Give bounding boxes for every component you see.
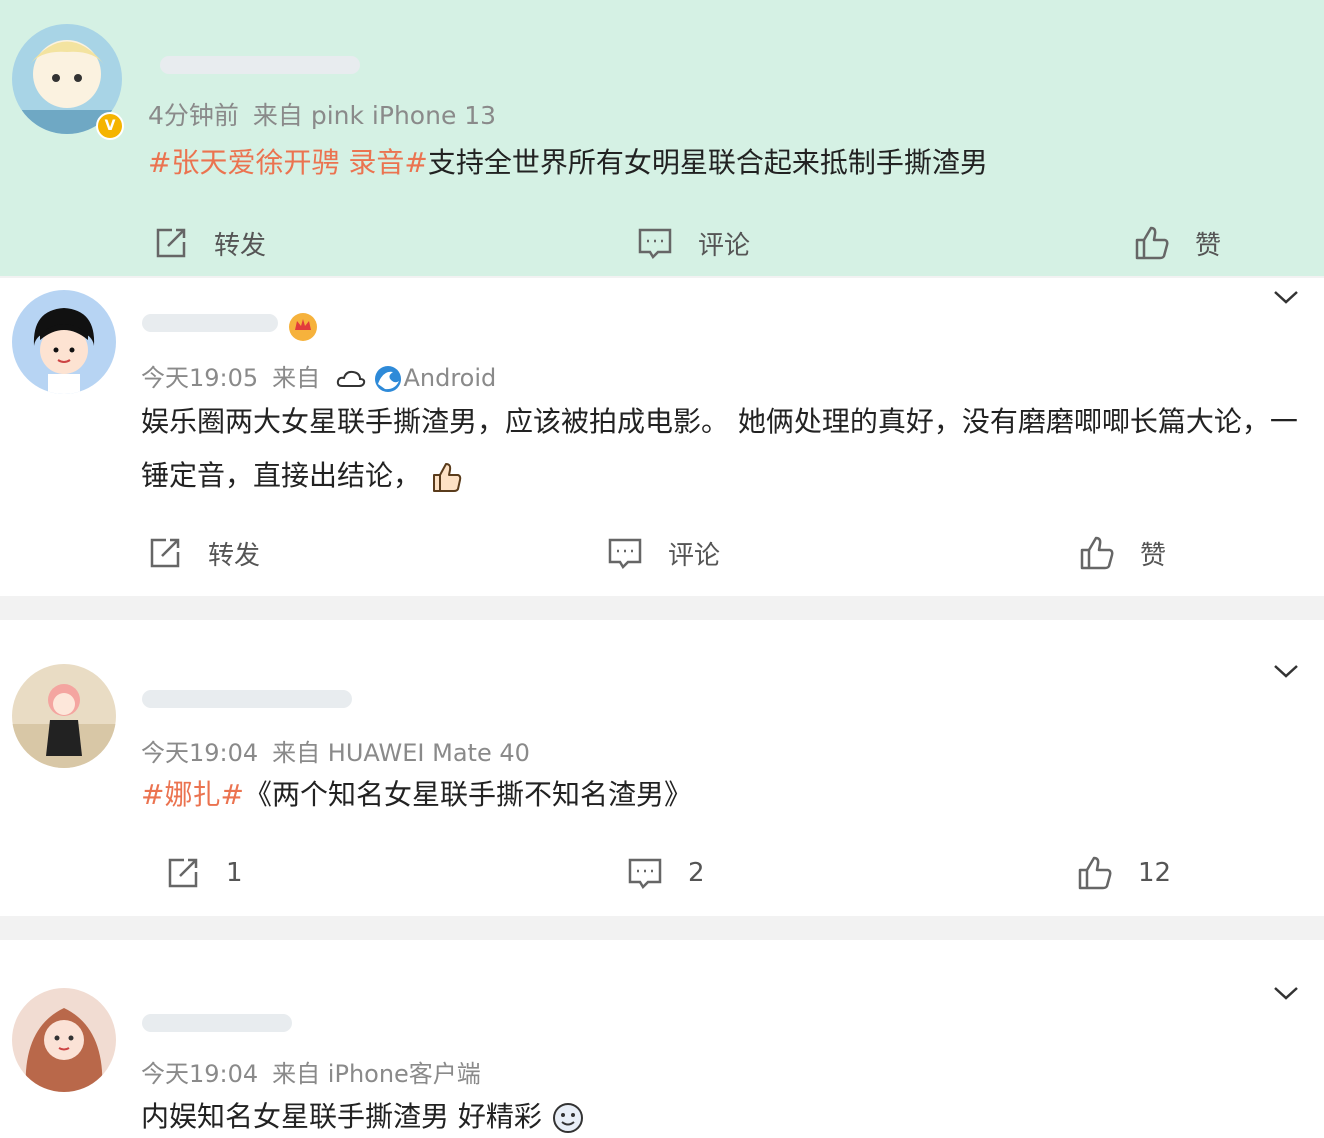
comment-count: 2 bbox=[688, 858, 705, 888]
chevron-down-icon[interactable] bbox=[1272, 288, 1300, 306]
post-time: 4分钟前 bbox=[148, 101, 239, 130]
repost-button[interactable]: 转发 bbox=[146, 528, 260, 578]
comment-button[interactable]: 评论 bbox=[606, 528, 720, 578]
hashtag-link[interactable]: #张天爱徐开骋 录音# bbox=[148, 146, 428, 179]
post-source: 来自 HUAWEI Mate 40 bbox=[272, 739, 530, 767]
post-source: Android bbox=[403, 364, 497, 392]
post-text: 《两个知名女星联手撕不知名渣男》 bbox=[243, 778, 692, 811]
comment-label: 评论 bbox=[668, 540, 721, 571]
comment-icon bbox=[638, 228, 672, 260]
comment-button[interactable]: 评论 bbox=[636, 218, 750, 268]
username-redacted[interactable] bbox=[142, 1014, 292, 1032]
post-source: 来自 pink iPhone 13 bbox=[252, 101, 497, 130]
repost-icon bbox=[168, 858, 198, 888]
like-label: 赞 bbox=[1140, 540, 1167, 571]
avatar[interactable] bbox=[12, 664, 116, 768]
post-card: 今天19:04 来自 HUAWEI Mate 40 #娜扎#《两个知名女星联手撕不… bbox=[0, 620, 1324, 916]
post-source-prefix: 来自 bbox=[272, 364, 321, 392]
crown-icon bbox=[289, 313, 317, 341]
chevron-down-icon[interactable] bbox=[1272, 662, 1300, 680]
hashtag-link[interactable]: #娜扎# bbox=[141, 778, 244, 811]
username-redacted[interactable] bbox=[142, 690, 352, 708]
thumbs-up-emoji bbox=[432, 463, 462, 492]
post-content: #张天爱徐开骋 录音#支持全世界所有女明星联合起来抵制手撕渣男 bbox=[148, 136, 1304, 190]
repost-icon bbox=[150, 538, 180, 568]
repost-label: 转发 bbox=[208, 540, 261, 571]
avatar[interactable] bbox=[12, 290, 116, 394]
verified-badge-icon: V bbox=[96, 112, 124, 140]
like-count: 12 bbox=[1138, 858, 1172, 888]
post-meta: 4分钟前 来自 pink iPhone 13 bbox=[148, 96, 496, 132]
repost-button[interactable]: 1 bbox=[164, 848, 243, 898]
post-meta: 今天19:05 来自 Android bbox=[141, 358, 496, 394]
action-bar: 1 2 12 bbox=[0, 848, 1324, 898]
thumbs-up-icon bbox=[1080, 536, 1114, 570]
username-redacted[interactable] bbox=[160, 56, 360, 74]
repost-count: 1 bbox=[226, 858, 243, 888]
cloud-icon bbox=[336, 370, 365, 387]
post-content: 内娱知名女星联手撕渣男 好精彩 bbox=[141, 1090, 1304, 1138]
repost-label: 转发 bbox=[214, 230, 267, 261]
post-time: 今天19:04 bbox=[141, 739, 259, 767]
post-content: #娜扎#《两个知名女星联手撕不知名渣男》 bbox=[141, 768, 1304, 822]
like-button[interactable]: 12 bbox=[1076, 848, 1171, 898]
post-source: 来自 iPhone客户端 bbox=[272, 1060, 481, 1088]
chevron-down-icon[interactable] bbox=[1272, 984, 1300, 1002]
wave-icon bbox=[375, 366, 402, 392]
post-time: 今天19:04 bbox=[141, 1060, 259, 1088]
thumbs-up-icon bbox=[1078, 856, 1112, 890]
like-button[interactable]: 赞 bbox=[1133, 218, 1221, 268]
like-label: 赞 bbox=[1195, 230, 1222, 261]
post-content: 娱乐圈两大女星联手撕渣男，应该被拍成电影。 她俩处理的真好，没有磨磨唧唧长篇大论… bbox=[141, 395, 1304, 503]
post-text: 支持全世界所有女明星联合起来抵制手撕渣男 bbox=[427, 146, 988, 179]
comment-button[interactable]: 2 bbox=[626, 848, 705, 898]
comment-label: 评论 bbox=[698, 230, 751, 261]
post-time: 今天19:05 bbox=[141, 364, 259, 392]
thumbs-up-icon bbox=[1135, 226, 1169, 260]
happy-face-emoji bbox=[552, 1103, 583, 1133]
comment-icon bbox=[628, 858, 662, 890]
comment-icon bbox=[608, 538, 642, 570]
post-meta: 今天19:04 来自 iPhone客户端 bbox=[141, 1054, 481, 1089]
action-bar: 转发 评论 赞 bbox=[0, 218, 1324, 268]
post-text: 娱乐圈两大女星联手撕渣男，应该被拍成电影。 她俩处理的真好，没有磨磨唧唧长篇大论… bbox=[141, 405, 1298, 492]
post-text: 内娱知名女星联手撕渣男 好精彩 bbox=[141, 1100, 542, 1133]
post-card: V 4分钟前 来自 pink iPhone 13 #张天爱徐开骋 录音#支持全世界… bbox=[0, 0, 1324, 276]
repost-button[interactable]: 转发 bbox=[152, 218, 266, 268]
like-button[interactable]: 赞 bbox=[1078, 528, 1166, 578]
avatar[interactable] bbox=[12, 988, 116, 1092]
post-card: 今天19:04 来自 iPhone客户端 内娱知名女星联手撕渣男 好精彩 bbox=[0, 940, 1324, 1138]
post-meta: 今天19:04 来自 HUAWEI Mate 40 bbox=[141, 733, 530, 768]
action-bar: 转发 评论 赞 bbox=[0, 528, 1324, 578]
repost-icon bbox=[156, 228, 186, 258]
username-redacted[interactable] bbox=[142, 314, 278, 332]
post-card: 今天19:05 来自 Android 娱乐圈两大女星联手撕渣男，应该被拍成电影。 … bbox=[0, 278, 1324, 596]
